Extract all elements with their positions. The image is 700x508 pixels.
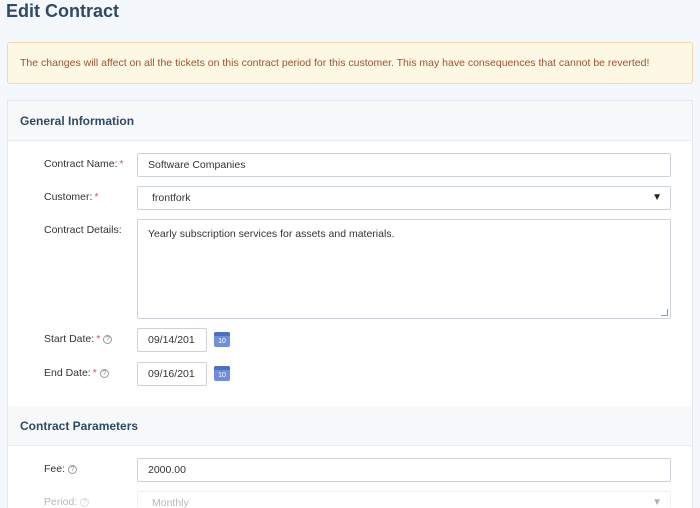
calendar-icon[interactable]: 10	[214, 332, 230, 347]
contract-details-textarea[interactable]: Yearly subscription services for assets …	[137, 219, 671, 319]
required-marker: *	[96, 333, 101, 345]
help-icon[interactable]: ?	[99, 368, 109, 378]
contract-parameters-section: Contract Parameters Fee:? 2000.00 Period…	[7, 406, 693, 508]
help-icon[interactable]: ?	[103, 334, 113, 344]
start-date-label: Start Date: *?	[44, 333, 113, 345]
warning-banner: The changes will affect on all the ticke…	[7, 42, 693, 84]
customer-select[interactable]: frontfork ▼	[137, 186, 671, 210]
chevron-down-icon: ▼	[652, 192, 662, 203]
general-information-section: General Information Contract Name: * Soft…	[7, 100, 693, 406]
fee-label: Fee:?	[44, 463, 78, 475]
end-date-input[interactable]: 09/16/201	[137, 362, 207, 386]
contract-details-value: Yearly subscription services for assets …	[148, 228, 395, 240]
start-date-input[interactable]: 09/14/201	[137, 328, 207, 352]
contract-name-input[interactable]: Software Companies	[137, 153, 671, 177]
contract-name-label: Contract Name: *	[44, 158, 124, 170]
required-marker: *	[92, 367, 97, 379]
page-title: Edit Contract	[6, 1, 120, 21]
customer-selected-value: frontfork	[152, 192, 191, 204]
fee-input[interactable]: 2000.00	[137, 458, 671, 482]
customer-label: Customer: *	[44, 191, 99, 203]
required-marker: *	[94, 191, 99, 203]
calendar-icon[interactable]: 10	[214, 366, 230, 381]
contract-details-label: Contract Details:	[44, 224, 122, 236]
general-information-header: General Information	[8, 101, 692, 141]
contract-parameters-header: Contract Parameters	[8, 406, 692, 446]
resize-handle-icon[interactable]	[661, 309, 668, 316]
required-marker: *	[119, 158, 124, 170]
end-date-label: End Date: *?	[44, 367, 109, 379]
help-icon[interactable]: ?	[68, 464, 78, 474]
